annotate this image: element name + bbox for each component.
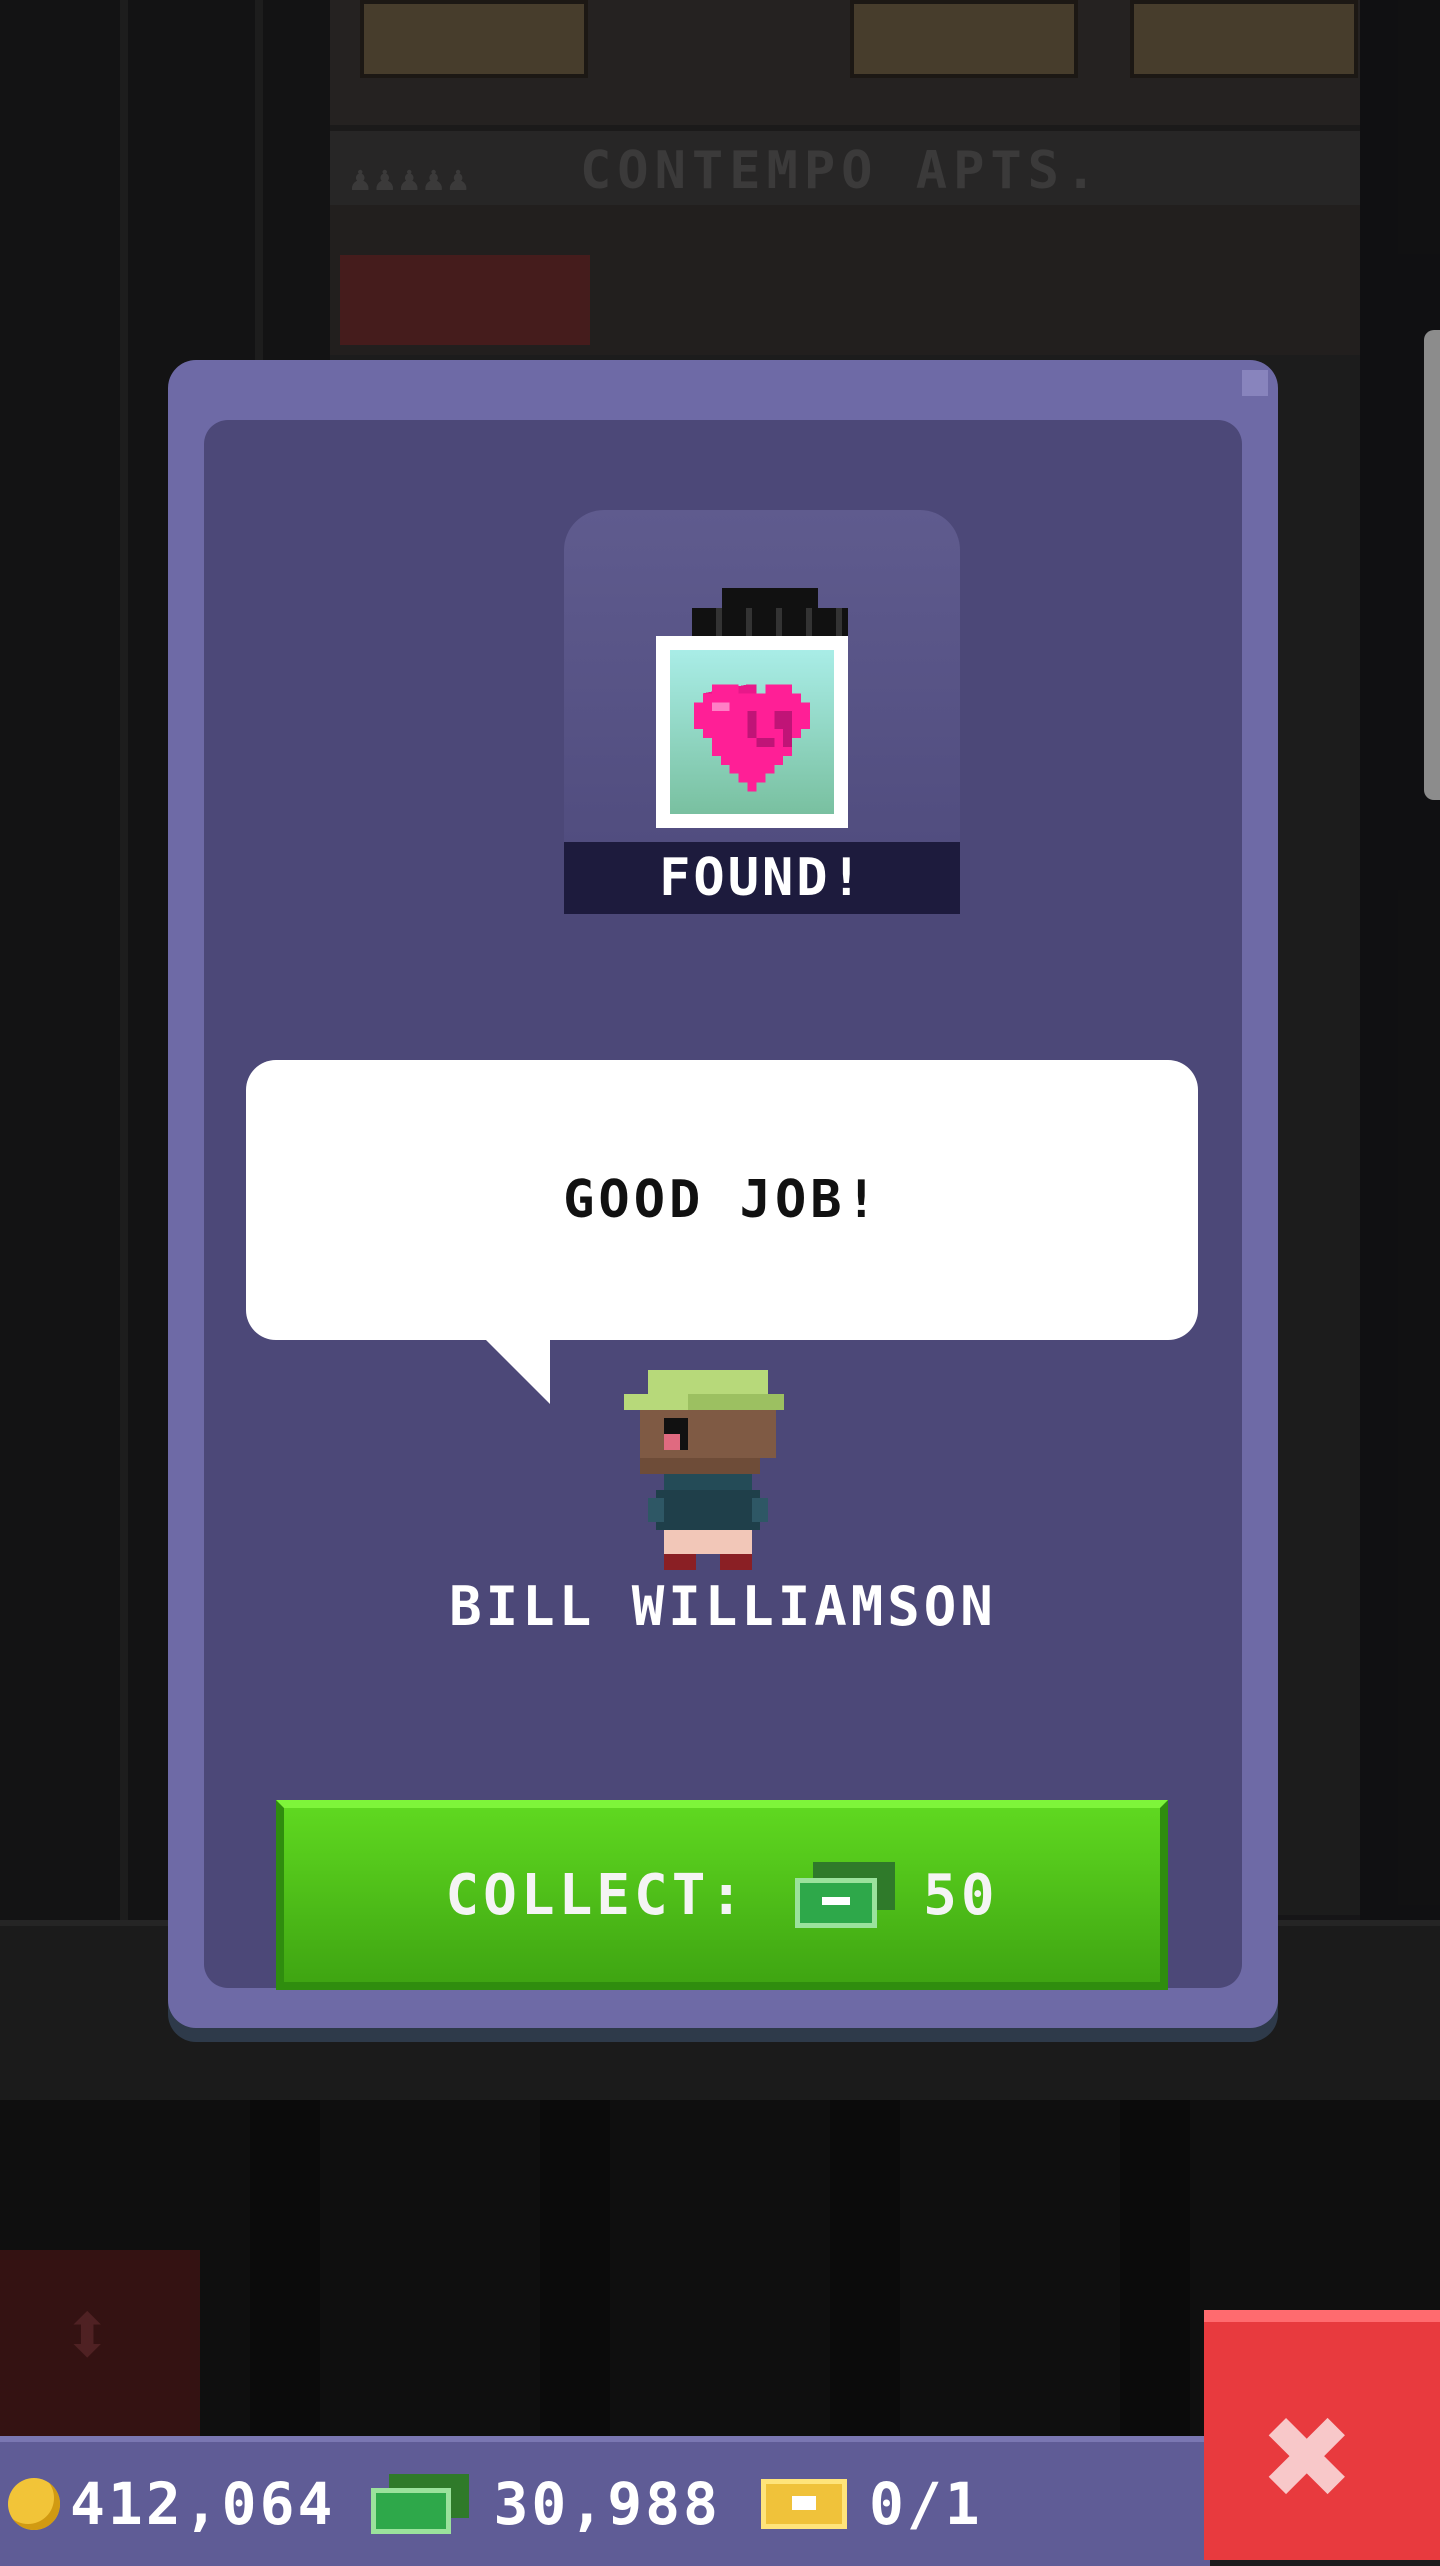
speech-bubble: GOOD JOB!: [246, 1060, 1198, 1404]
modal-body: FOUND! GOOD JOB! BILL WILLIAMSON COLLECT…: [204, 420, 1242, 1990]
collect-label: COLLECT:: [445, 1862, 748, 1928]
close-button[interactable]: ✖: [1204, 2310, 1440, 2560]
currency-bar: 412,064 30,988 0/1: [0, 2436, 1210, 2566]
coin-count: 412,064: [70, 2470, 336, 2538]
bux-icon: [371, 2474, 471, 2534]
bux-count: 30,988: [493, 2470, 721, 2538]
heart-picture: [670, 650, 834, 814]
speech-text: GOOD JOB!: [563, 1170, 881, 1230]
collect-amount: 50: [923, 1862, 999, 1928]
character-name: BILL WILLIAMSON: [449, 1575, 997, 1638]
collect-button[interactable]: COLLECT: 50: [276, 1800, 1168, 1990]
found-badge: FOUND!: [564, 510, 960, 914]
ticket-count: 0/1: [868, 2470, 983, 2538]
found-label: FOUND!: [564, 842, 960, 914]
speech-bubble-tail: [486, 1340, 550, 1404]
heart-icon: [694, 684, 810, 792]
coin-icon: [8, 2478, 60, 2530]
close-icon: ✖: [1264, 2370, 1355, 2544]
bitizen-avatar: [624, 1370, 784, 1570]
bux-icon: [795, 1862, 896, 1928]
vip-ticket-icon: [760, 2479, 847, 2529]
hat-icon: [692, 588, 848, 638]
picture-frame: [656, 636, 848, 828]
found-modal: FOUND! GOOD JOB! BILL WILLIAMSON COLLECT…: [168, 360, 1278, 2028]
